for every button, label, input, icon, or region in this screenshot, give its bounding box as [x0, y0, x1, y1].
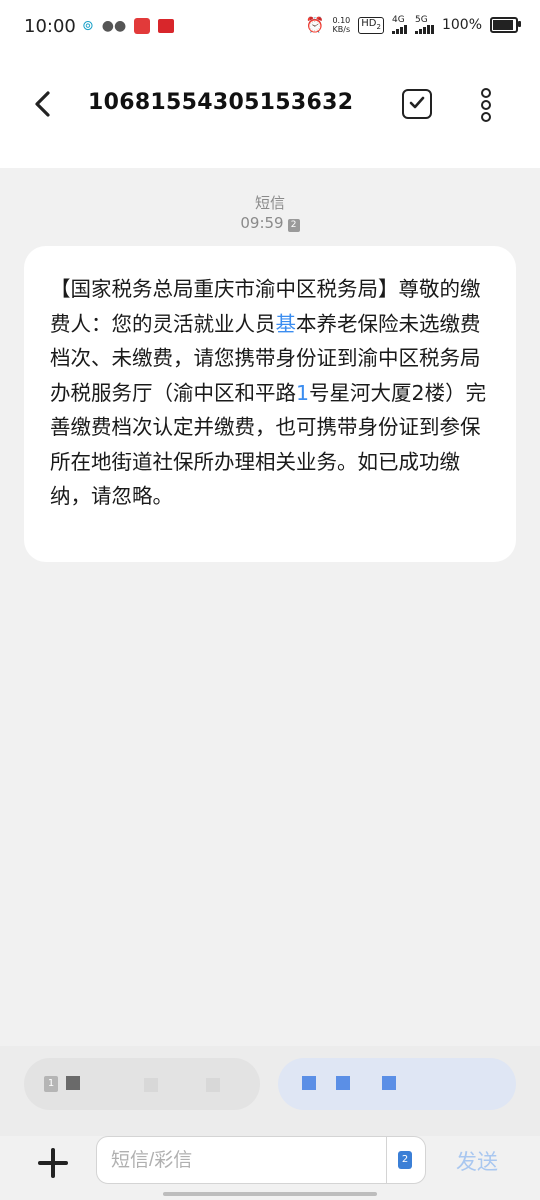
battery-icon: [490, 17, 521, 33]
status-right: ⏰ 0.10 KB/s HD2 4G 5G 100%: [305, 16, 521, 34]
sim-badge: 2: [287, 219, 300, 232]
status-bar: 10:00 ⊚ ●● ⏰ 0.10 KB/s HD2 4G 5G 100%: [0, 0, 540, 56]
back-arrow-icon[interactable]: [28, 88, 60, 120]
signal-bars-icon: [414, 25, 434, 34]
send-button[interactable]: 发送: [456, 1146, 498, 1176]
app-notification-icon: [134, 18, 151, 34]
sim-switch-icon[interactable]: 2: [398, 1151, 412, 1169]
divider: [386, 1137, 387, 1183]
notification-icons: ⊚ ●●: [82, 18, 175, 34]
blur-block: [66, 1076, 80, 1090]
signal-5g: 5G: [414, 16, 434, 34]
message-link[interactable]: 基: [276, 312, 297, 336]
message-time: 09:59 2: [0, 214, 540, 232]
composer-bar: 2 发送: [0, 1136, 540, 1200]
quick-reply-row: 1: [0, 1046, 540, 1136]
checkbox-icon[interactable]: [402, 89, 432, 119]
alarm-icon: ⏰: [305, 16, 325, 34]
sim-badge: 1: [44, 1076, 58, 1092]
blur-block: [382, 1076, 396, 1090]
blur-block: [336, 1076, 350, 1090]
wifi-hotspot-icon: ⊚: [82, 18, 94, 34]
home-indicator: [163, 1192, 377, 1196]
blur-block: [206, 1078, 220, 1092]
blur-block: [144, 1078, 158, 1092]
wechat-icon: ●●: [101, 18, 127, 34]
news-app-icon: [158, 19, 175, 33]
message-link[interactable]: 1: [296, 381, 309, 405]
more-vertical-icon[interactable]: [476, 88, 496, 122]
message-input-box: 2: [96, 1136, 426, 1184]
quick-reply-chip[interactable]: [278, 1058, 516, 1110]
channel-label: 短信: [254, 194, 285, 212]
quick-reply-chip[interactable]: 1: [24, 1058, 260, 1110]
conversation-header: 10681554305153632: [0, 56, 540, 168]
signal-4g: 4G: [391, 16, 407, 34]
net-speed: 0.10 KB/s: [332, 16, 351, 34]
plus-icon[interactable]: [36, 1146, 70, 1180]
status-time: 10:00: [24, 16, 76, 37]
conversation-title: 10681554305153632: [88, 90, 354, 115]
message-text: 【国家税务总局重庆市渝中区税务局】尊敬的缴费人：您的灵活就业人员基本养老保险未选…: [50, 277, 487, 508]
hd-badge: HD2: [358, 16, 384, 34]
message-bubble[interactable]: 【国家税务总局重庆市渝中区税务局】尊敬的缴费人：您的灵活就业人员基本养老保险未选…: [24, 246, 516, 562]
message-input[interactable]: [109, 1147, 373, 1175]
signal-bars-icon: [391, 25, 407, 34]
blur-block: [302, 1076, 316, 1090]
battery-text: 100%: [441, 17, 482, 33]
